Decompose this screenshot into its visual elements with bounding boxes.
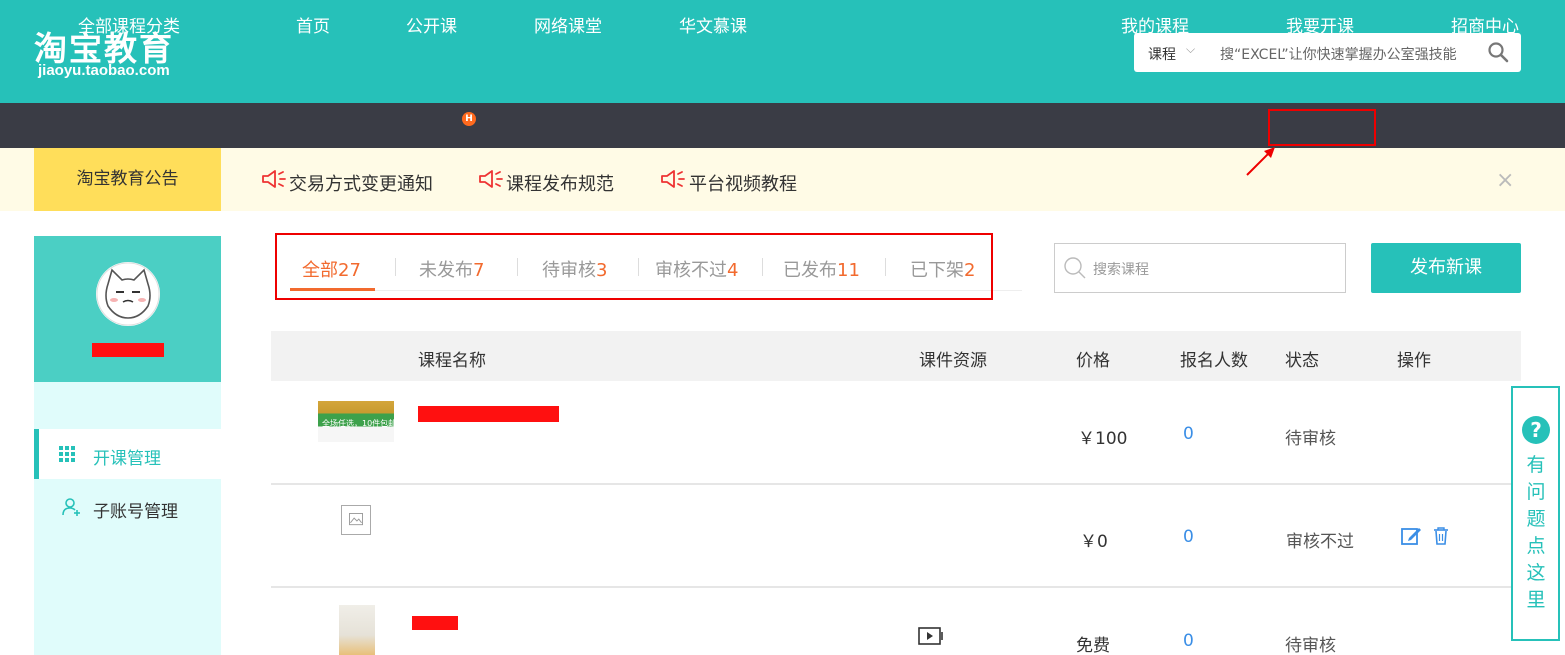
highlight-box — [1268, 109, 1376, 146]
column-header-resources: 课件资源 — [919, 351, 987, 371]
help-label[interactable]: 有问题点这里 — [1524, 452, 1548, 614]
arrow-annotation-icon — [1246, 147, 1275, 176]
global-search-box[interactable]: 课程 ⌵ 搜“EXCEL”让你快速掌握办公室强技能 — [1134, 33, 1521, 72]
row-divider — [271, 586, 1521, 588]
search-input[interactable]: 搜“EXCEL”让你快速掌握办公室强技能 — [1220, 44, 1466, 64]
redacted-username — [92, 343, 164, 357]
nav-open-courses[interactable]: 公开课 — [406, 12, 457, 37]
nav-chinese-mooc[interactable]: 华文慕课 — [679, 12, 747, 37]
speaker-icon — [479, 170, 503, 188]
column-header-actions: 操作 — [1397, 351, 1431, 371]
row-status: 待审核 — [1285, 429, 1336, 449]
search-category-select[interactable]: 课程 — [1148, 44, 1176, 64]
publish-new-course-button[interactable]: 发布新课 — [1371, 243, 1521, 293]
row-enrolled-count[interactable]: 0 — [1183, 527, 1194, 547]
nav-home[interactable]: 首页 — [296, 12, 330, 37]
nav-merchant-center[interactable]: 招商中心 — [1451, 12, 1519, 37]
highlight-box — [275, 233, 993, 300]
delete-icon[interactable] — [1430, 525, 1452, 547]
notice-title: 淘宝教育公告 — [34, 148, 221, 211]
notice-link-trade[interactable]: 交易方式变更通知 — [289, 170, 433, 196]
course-search-field[interactable]: 搜索课程 — [1054, 243, 1346, 293]
row-enrolled-count[interactable]: 0 — [1183, 424, 1194, 444]
thumbnail-caption: 全场任选，10件包邮 — [322, 419, 397, 428]
column-header-price: 价格 — [1076, 351, 1110, 371]
row-status: 审核不过 — [1286, 532, 1354, 552]
nav-my-courses[interactable]: 我的课程 — [1121, 12, 1189, 37]
notice-link-rules[interactable]: 课程发布规范 — [506, 170, 614, 196]
column-header-enrolled: 报名人数 — [1180, 351, 1248, 371]
video-icon[interactable] — [918, 626, 944, 646]
close-icon[interactable]: × — [1496, 168, 1514, 193]
grid-icon — [59, 446, 75, 462]
redacted-course-title[interactable] — [418, 406, 559, 422]
avatar[interactable] — [96, 262, 160, 326]
notice-link-tutorial[interactable]: 平台视频教程 — [689, 170, 797, 196]
nav-start-teaching[interactable]: 我要开课 — [1286, 12, 1354, 37]
logo-domain[interactable]: jiaoyu.taobao.com — [38, 62, 170, 79]
column-header-name: 课程名称 — [418, 351, 486, 371]
sidebar-item-label[interactable]: 子账号管理 — [93, 497, 178, 522]
chevron-down-icon[interactable]: ⌵ — [1186, 42, 1195, 57]
image-placeholder-icon[interactable] — [341, 505, 371, 535]
row-price: ￥0 — [1080, 532, 1108, 552]
nav-online-classroom[interactable]: 网络课堂 — [534, 12, 602, 37]
sidebar-item-label[interactable]: 开课管理 — [93, 444, 161, 469]
speaker-icon — [661, 170, 685, 188]
row-price: 免费 — [1076, 636, 1110, 655]
row-status: 待审核 — [1285, 636, 1336, 655]
search-icon[interactable] — [1487, 41, 1509, 63]
column-header-status: 状态 — [1285, 351, 1319, 371]
hot-badge-icon: H — [462, 112, 476, 126]
edit-icon[interactable] — [1400, 525, 1422, 547]
row-enrolled-count[interactable]: 0 — [1183, 631, 1194, 651]
help-icon[interactable]: ? — [1522, 416, 1550, 444]
search-icon — [1064, 257, 1086, 279]
course-thumbnail[interactable] — [339, 605, 375, 655]
user-add-icon[interactable] — [62, 497, 82, 517]
nav-all-categories[interactable]: 全部课程分类 — [78, 12, 180, 37]
row-divider — [271, 483, 1521, 485]
redacted-course-title[interactable] — [412, 616, 458, 630]
course-search-input[interactable]: 搜索课程 — [1093, 259, 1149, 279]
row-price: ￥100 — [1078, 429, 1128, 449]
speaker-icon — [262, 170, 286, 188]
